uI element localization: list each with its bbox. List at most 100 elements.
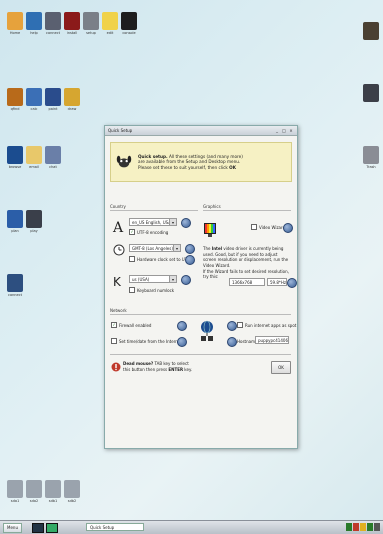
- minimize-button[interactable]: _: [274, 128, 280, 134]
- desktop-icon-trash[interactable]: Trash: [360, 146, 382, 169]
- help-icon[interactable]: [181, 218, 191, 228]
- hostname-value: puppypc41406: [258, 338, 288, 343]
- chevron-down-icon: ▾: [169, 219, 176, 225]
- connect-icon: [7, 274, 23, 292]
- tray-icon[interactable]: [346, 523, 352, 531]
- network-icon: [201, 320, 213, 341]
- help-icon[interactable]: [227, 337, 237, 347]
- keyboard-icon: K: [113, 275, 122, 288]
- hwclock-checkbox[interactable]: Hardware clock set to UTC: [129, 256, 190, 262]
- help-icon[interactable]: [185, 244, 195, 254]
- graphics-divider: [203, 210, 291, 211]
- desc-bold: Intel: [211, 246, 223, 251]
- numlock-checkbox[interactable]: Keyboard numlock: [129, 287, 174, 293]
- desktop-icon-connect[interactable]: connect: [4, 274, 26, 297]
- desktop-icon-r0[interactable]: [360, 22, 382, 40]
- chat-icon: [45, 146, 61, 164]
- svg-text:A: A: [112, 220, 124, 234]
- quick-setup-window: Quick Setup _ □ × Quick setup. All these…: [104, 125, 298, 449]
- banner-text: Quick setup. All these settings (and man…: [138, 154, 243, 171]
- clock-icon: [113, 244, 125, 256]
- setup-banner: Quick setup. All these settings (and man…: [110, 142, 292, 182]
- draw-icon: [64, 88, 80, 106]
- firewall-checkbox[interactable]: ✓ Firewall enabled: [111, 322, 151, 328]
- home-icon: [7, 12, 23, 30]
- desktop-icon-label: chat: [49, 165, 57, 169]
- chevron-down-icon: ▾: [169, 276, 176, 282]
- run-internet-apps-checkbox[interactable]: Run internet apps as spot: [237, 322, 296, 328]
- desktop-icon-r1[interactable]: [360, 84, 382, 102]
- window-titlebar[interactable]: Quick Setup _ □ ×: [105, 126, 297, 136]
- timezone-select[interactable]: GMT-8 (Los Angeles) ▾: [129, 244, 181, 252]
- graphics-title: Graphics: [203, 204, 221, 209]
- sda2-icon: [26, 480, 42, 498]
- hostname-input[interactable]: puppypc41406: [255, 336, 289, 344]
- qfind-icon: [7, 88, 23, 106]
- chevron-down-icon: ▾: [173, 245, 180, 251]
- footer-line2-rest: key.: [183, 366, 193, 372]
- tray-icon[interactable]: [374, 523, 380, 531]
- help-icon[interactable]: [287, 278, 297, 288]
- timezone-value: GMT-8 (Los Angeles): [132, 246, 173, 251]
- help-icon[interactable]: [177, 337, 187, 347]
- desktop-icon-draw[interactable]: draw: [61, 88, 83, 111]
- network-divider: [110, 314, 291, 315]
- resolution-value: 1366x768: [232, 280, 253, 285]
- maximize-button[interactable]: □: [281, 128, 287, 134]
- country-title: Country: [110, 204, 126, 209]
- banner-line3: Please set these to suit yourself, then …: [138, 164, 230, 170]
- desktop-icon-console[interactable]: console: [118, 12, 140, 35]
- desktop-icon-label: play: [30, 229, 38, 233]
- footer-hint: Dead mouse? TAB key to select this butto…: [123, 361, 192, 372]
- desktop-icon-chat[interactable]: chat: [42, 146, 64, 169]
- country-divider: [110, 210, 198, 211]
- email-icon: [26, 146, 42, 164]
- tray-icon[interactable]: [360, 523, 366, 531]
- monitor-icon: [204, 223, 216, 237]
- checkbox-box: [129, 256, 135, 262]
- footer-line2: this button then press: [123, 366, 169, 372]
- sda1-icon: [7, 480, 23, 498]
- system-tray: [346, 523, 380, 531]
- help-icon[interactable]: [177, 321, 187, 331]
- window-title: Quick Setup: [108, 128, 133, 133]
- locale-icon: A: [112, 220, 124, 234]
- setup-icon: [83, 12, 99, 30]
- help-icon[interactable]: [185, 255, 195, 265]
- desktop-icon-play[interactable]: play: [23, 210, 45, 233]
- footer-rest: TAB key to select: [153, 361, 189, 366]
- refresh-value: 59.8*Hz: [270, 280, 287, 285]
- show-desktop-icon[interactable]: [32, 523, 44, 533]
- tray-icon[interactable]: [353, 523, 359, 531]
- refresh-select[interactable]: 59.8*Hz: [267, 278, 287, 286]
- workspace-icon[interactable]: [46, 523, 58, 533]
- sdb1-icon: [45, 480, 61, 498]
- checkbox-box: [111, 338, 117, 344]
- keyboard-select[interactable]: us (USA) ▾: [129, 275, 177, 283]
- help-icon[interactable]: [283, 223, 293, 233]
- checkbox-box: [237, 322, 243, 328]
- locale-select[interactable]: en_US English, USA ▾: [129, 218, 177, 226]
- ok-button[interactable]: OK: [271, 361, 291, 374]
- banner-line1: All these settings (and many more): [167, 153, 243, 159]
- banner-bold: Quick setup.: [138, 153, 168, 159]
- desktop-icon-label: console: [122, 31, 136, 35]
- desktop-icon-sdb2[interactable]: sdb2: [61, 480, 83, 503]
- close-button[interactable]: ×: [288, 128, 294, 134]
- graphics-description: The Intel video driver is currently bein…: [203, 246, 291, 268]
- browse-icon: [7, 146, 23, 164]
- resolution-select[interactable]: 1366x768: [229, 278, 265, 286]
- timedate-checkbox[interactable]: Set time/date from the Internet: [111, 338, 182, 344]
- ok-label: OK: [278, 365, 284, 370]
- puppy-logo-icon: [115, 153, 133, 171]
- menu-button[interactable]: Menu: [3, 523, 22, 533]
- help-icon[interactable]: [181, 275, 191, 285]
- taskbar-task-quick-setup[interactable]: Quick Setup: [86, 523, 144, 531]
- video-wizard-button[interactable]: Video Wizard: [251, 224, 285, 230]
- tray-icon[interactable]: [367, 523, 373, 531]
- utf8-checkbox[interactable]: ✓ UTF-8 encoding: [129, 229, 168, 235]
- banner-ok: OK: [229, 164, 236, 170]
- plan-icon: [7, 210, 23, 228]
- console-icon: [121, 12, 137, 30]
- help-icon[interactable]: [227, 321, 237, 331]
